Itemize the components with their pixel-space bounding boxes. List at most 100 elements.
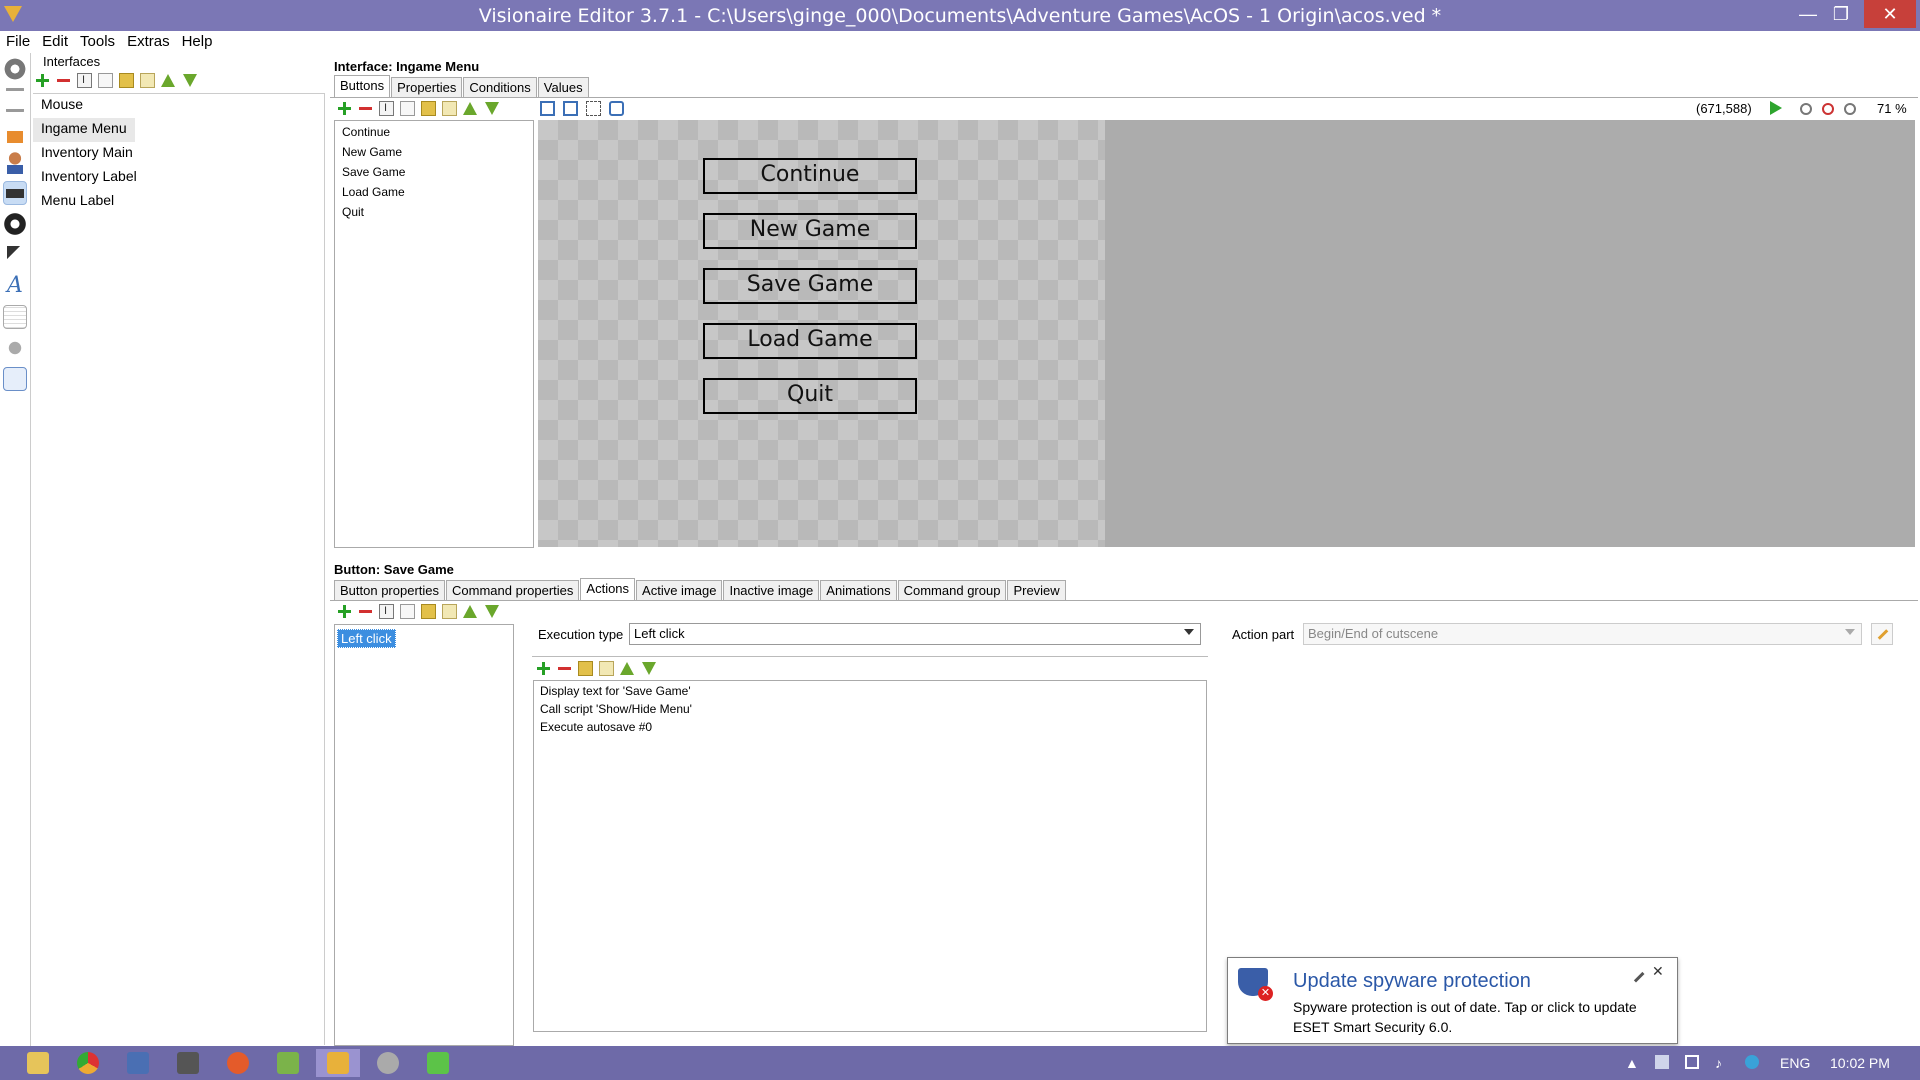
tab-animations[interactable]: Animations — [820, 580, 897, 600]
font-icon[interactable]: A — [3, 274, 27, 298]
folder-icon[interactable] — [578, 661, 593, 677]
move-down-icon[interactable] — [642, 662, 656, 676]
tab-active-image[interactable]: Active image — [636, 580, 723, 600]
remove-icon[interactable] — [557, 661, 572, 676]
hourglass-icon[interactable] — [3, 88, 27, 112]
clock[interactable]: 10:02 PM — [1830, 1055, 1890, 1071]
list-item[interactable]: Load Game — [335, 184, 533, 204]
add-icon[interactable] — [337, 101, 352, 116]
add-icon[interactable] — [536, 661, 551, 676]
script-icon[interactable] — [3, 367, 27, 391]
orange-app-icon[interactable] — [216, 1049, 260, 1077]
interface-gamepad-icon[interactable] — [3, 181, 27, 205]
rename-icon[interactable] — [379, 101, 394, 117]
move-up-icon[interactable] — [463, 102, 477, 116]
eset-tray-icon[interactable] — [1745, 1055, 1759, 1069]
paste-icon[interactable] — [442, 101, 457, 117]
center-view-icon[interactable] — [609, 101, 624, 117]
scene-house-icon[interactable] — [3, 119, 27, 143]
notification-popup[interactable]: ✕ Update spyware protection Spyware prot… — [1227, 957, 1678, 1044]
copy-icon[interactable] — [400, 604, 415, 620]
list-item[interactable]: Mouse — [33, 94, 324, 118]
zoom-out-icon[interactable] — [1844, 102, 1856, 115]
settings-gear-icon[interactable] — [3, 57, 27, 81]
network-app-icon[interactable] — [116, 1049, 160, 1077]
execution-type-select[interactable]: Left click — [629, 623, 1201, 645]
menu-edit[interactable]: Edit — [36, 31, 74, 50]
move-down-icon[interactable] — [485, 605, 499, 619]
copy-icon[interactable] — [400, 101, 415, 117]
list-item[interactable]: Display text for 'Save Game' — [534, 683, 1206, 701]
file-explorer-icon[interactable] — [16, 1049, 60, 1077]
tab-properties[interactable]: Properties — [391, 77, 463, 97]
particles-icon[interactable] — [3, 336, 27, 360]
rename-icon[interactable] — [77, 73, 92, 89]
tab-button-properties[interactable]: Button properties — [334, 580, 446, 600]
folder-icon[interactable] — [421, 604, 436, 620]
paste-icon[interactable] — [599, 661, 614, 677]
list-item[interactable]: Inventory Label — [33, 166, 324, 190]
volume-icon[interactable]: ♪ — [1715, 1055, 1722, 1071]
tab-values[interactable]: Values — [537, 77, 589, 97]
list-item-selected[interactable]: Save Game — [335, 164, 533, 184]
add-icon[interactable] — [35, 73, 50, 88]
fit-width-icon[interactable] — [563, 101, 578, 117]
remove-icon[interactable] — [358, 101, 373, 116]
tab-command-group[interactable]: Command group — [897, 580, 1007, 600]
settings-app-icon[interactable] — [366, 1049, 410, 1077]
list-item[interactable]: Execute autosave #0 — [534, 719, 1206, 737]
player-app-icon[interactable] — [416, 1049, 460, 1077]
zoom-in-icon[interactable] — [1800, 102, 1812, 115]
list-item[interactable]: Inventory Main — [33, 142, 324, 166]
language-indicator[interactable]: ENG — [1780, 1055, 1810, 1071]
list-item[interactable]: Call script 'Show/Hide Menu' — [534, 701, 1206, 719]
restore-button[interactable]: ❐ — [1819, 0, 1863, 28]
list-item-selected[interactable]: Ingame Menu — [33, 118, 135, 142]
canvas-button-continue[interactable]: Continue — [703, 158, 917, 194]
remove-icon[interactable] — [358, 604, 373, 619]
game-app-icon[interactable] — [166, 1049, 210, 1077]
canvas-button-new-game[interactable]: New Game — [703, 213, 917, 249]
list-item[interactable]: Quit — [335, 204, 533, 224]
move-up-icon[interactable] — [161, 74, 175, 88]
move-down-icon[interactable] — [183, 74, 197, 88]
rename-icon[interactable] — [379, 604, 394, 620]
add-icon[interactable] — [337, 604, 352, 619]
folder-icon[interactable] — [119, 73, 134, 89]
close-button[interactable]: ✕ — [1864, 0, 1916, 28]
action-center-icon[interactable] — [1655, 1055, 1669, 1069]
copy-icon[interactable] — [98, 73, 113, 89]
paste-icon[interactable] — [140, 73, 155, 89]
canvas-button-load-game[interactable]: Load Game — [703, 323, 917, 359]
paste-icon[interactable] — [442, 604, 457, 620]
tab-inactive-image[interactable]: Inactive image — [723, 580, 820, 600]
list-item[interactable]: Menu Label — [33, 190, 324, 214]
bounding-box-icon[interactable] — [586, 101, 601, 117]
wrench-icon[interactable] — [1627, 965, 1645, 983]
move-down-icon[interactable] — [485, 102, 499, 116]
list-item[interactable]: New Game — [335, 144, 533, 164]
tab-buttons[interactable]: Buttons — [334, 75, 391, 97]
tab-actions[interactable]: Actions — [580, 578, 636, 600]
play-icon[interactable] — [1770, 101, 1782, 115]
tab-preview[interactable]: Preview — [1007, 580, 1066, 600]
move-up-icon[interactable] — [620, 662, 634, 676]
menu-tools[interactable]: Tools — [74, 31, 121, 50]
move-up-icon[interactable] — [463, 605, 477, 619]
grid-icon[interactable] — [3, 305, 27, 329]
close-icon[interactable]: ✕ — [1652, 963, 1664, 980]
visionaire-taskbar-icon[interactable] — [316, 1049, 360, 1077]
menu-extras[interactable]: Extras — [121, 31, 176, 50]
chrome-icon[interactable] — [66, 1049, 110, 1077]
character-icon[interactable] — [3, 150, 27, 174]
zoom-reset-icon[interactable] — [1822, 102, 1834, 115]
remove-icon[interactable] — [56, 73, 71, 88]
cursor-icon[interactable] — [3, 243, 27, 267]
canvas-button-quit[interactable]: Quit — [703, 378, 917, 414]
tray-expand-icon[interactable]: ▲ — [1625, 1055, 1639, 1071]
edit-pencil-icon[interactable] — [1871, 623, 1893, 645]
list-item[interactable]: Continue — [335, 124, 533, 144]
network-icon[interactable] — [1685, 1055, 1699, 1069]
fit-view-icon[interactable] — [540, 101, 555, 117]
list-item-selected[interactable]: Left click — [337, 629, 396, 648]
